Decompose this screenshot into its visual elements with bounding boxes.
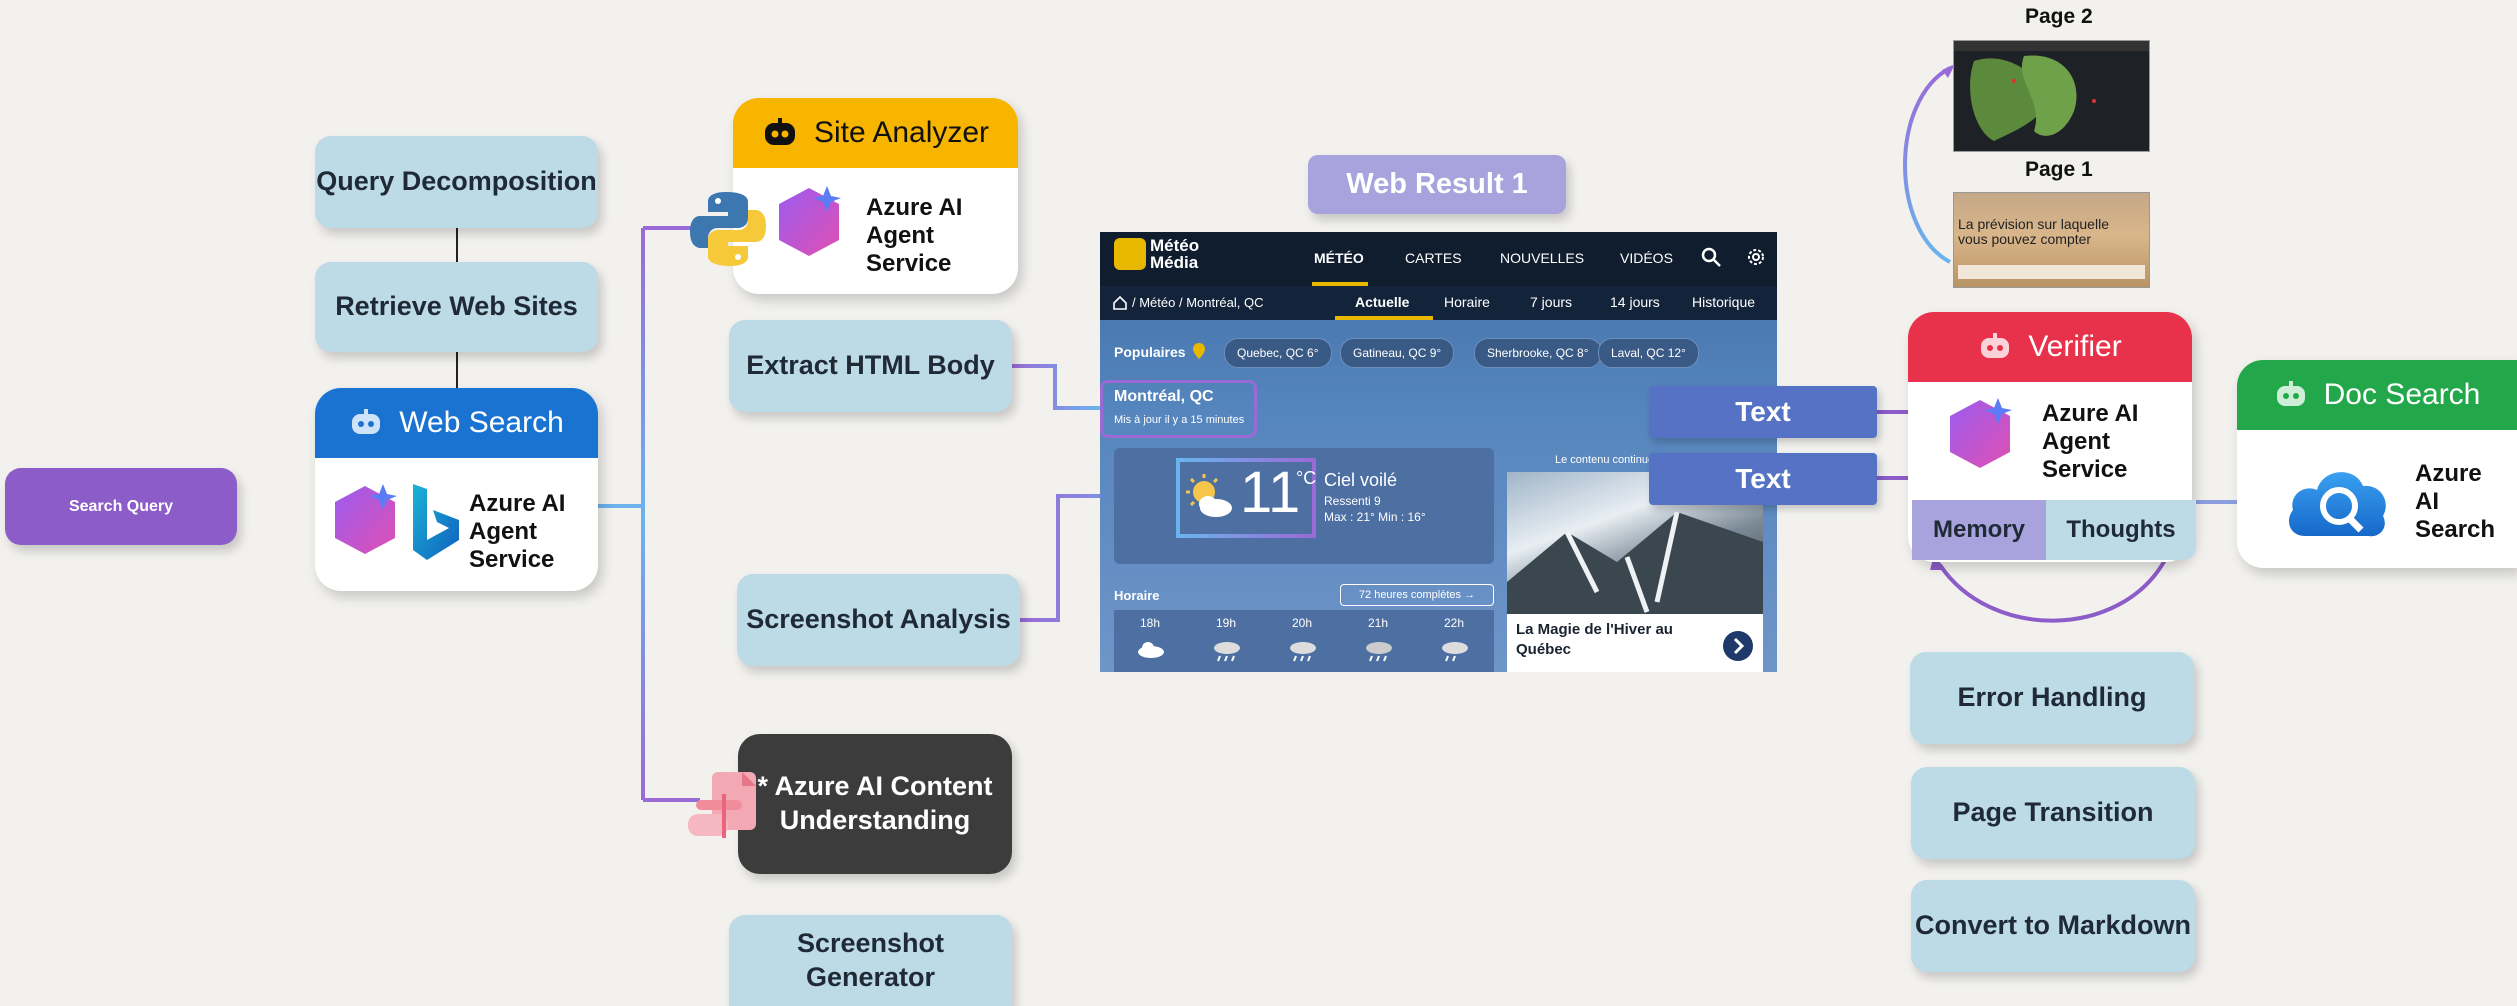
site-analyzer-header: Site Analyzer <box>733 98 1018 168</box>
partly-cloudy-icon <box>1186 474 1232 517</box>
max-min: Max : 21° Min : 16° <box>1324 510 1426 524</box>
subnav-actuelle[interactable]: Actuelle <box>1355 294 1409 310</box>
article-title: La Magie de l'Hiver au Québec <box>1516 621 1673 658</box>
rain-cloud-icon <box>1214 642 1240 662</box>
nav-cartes[interactable]: CARTES <box>1405 250 1462 266</box>
horaire-label: Horaire <box>1114 588 1160 603</box>
subnav-14-jours[interactable]: 14 jours <box>1610 294 1660 310</box>
doc-search-card: Doc Search Azure AI Search <box>2237 360 2517 568</box>
bing-icon <box>413 484 459 560</box>
doc-search-service: Azure AI Search <box>2415 460 2496 543</box>
page-2-label: Page 2 <box>2025 5 2093 28</box>
weather-condition: Ciel voilé <box>1324 470 1398 490</box>
site-nav: Météo Média MÉTÉO CARTES NOUVELLES VIDÉOS <box>1100 232 1777 286</box>
screenshot-generator-step: Screenshot Generator <box>729 915 1012 1006</box>
subnav-active-underline <box>1335 316 1433 320</box>
breadcrumb: / Météo / Montréal, QC <box>1132 295 1264 310</box>
gear-icon[interactable] <box>1745 246 1767 268</box>
content-understanding-icon <box>688 772 756 838</box>
temperature-value: 11 <box>1240 460 1301 525</box>
text-button-1[interactable]: Text <box>1649 386 1877 438</box>
chevron-right-icon[interactable] <box>1722 630 1754 662</box>
agent-icon <box>764 118 795 145</box>
feels-like: Ressenti 9 <box>1324 494 1381 508</box>
web-search-service: Azure AI Agent Service <box>469 490 566 573</box>
nav-videos[interactable]: VIDÉOS <box>1620 250 1673 266</box>
hour-18: 18h <box>1140 616 1161 630</box>
text-button-2[interactable]: Text <box>1649 453 1877 505</box>
site-analyzer-card: Site Analyzer Azure AI Agent Service <box>733 98 1018 294</box>
location-pin-icon <box>1193 343 1205 359</box>
agent-icon <box>2276 381 2305 406</box>
page-1-thumbnail-text: La prévision sur laquelle vous pouvez co… <box>1958 216 2109 248</box>
rain-cloud-icon <box>1290 642 1316 662</box>
map-thumbnail <box>1954 41 2149 142</box>
website-screenshot: Météo Média MÉTÉO CARTES NOUVELLES VIDÉOS… <box>1100 232 1777 672</box>
agent-icon <box>1981 333 2010 358</box>
page-1-searchbar <box>1958 265 2145 279</box>
agent-icon <box>352 409 381 434</box>
page-1-thumbnail: La prévision sur laquelle vous pouvez co… <box>1953 192 2150 288</box>
search-query-box[interactable]: Search Query <box>5 468 237 545</box>
city-pill-quebec[interactable]: Quebec, QC 6° <box>1224 338 1332 368</box>
memory-tab[interactable]: Memory <box>1912 500 2046 560</box>
hour-22: 22h <box>1444 616 1465 630</box>
convert-to-markdown-step: Convert to Markdown <box>1911 880 2195 972</box>
retrieve-web-sites-step: Retrieve Web Sites <box>315 262 598 352</box>
city-pill-sherbrooke[interactable]: Sherbrooke, QC 8° <box>1474 338 1602 368</box>
site-logo <box>1114 238 1146 270</box>
site-logo-text: Météo Média <box>1150 236 1200 272</box>
site-analyzer-title: Site Analyzer <box>813 116 990 149</box>
search-icon[interactable] <box>1700 246 1722 268</box>
web-search-title: Web Search <box>399 406 564 439</box>
page-2-thumbnail <box>1953 40 2150 152</box>
query-decomposition-step: Query Decomposition <box>315 136 598 228</box>
rain-cloud-icon <box>1442 642 1468 662</box>
azure-ai-icon <box>335 484 397 554</box>
temperature-unit: °C <box>1296 468 1317 488</box>
city-pill-laval[interactable]: Laval, QC 12° <box>1598 338 1699 368</box>
city-name: Montréal, QC <box>1114 388 1214 405</box>
verifier-service: Azure AI Agent Service <box>2042 400 2139 483</box>
web-search-header: Web Search <box>315 388 598 458</box>
subnav-horaire[interactable]: Horaire <box>1444 294 1490 310</box>
nav-meteo[interactable]: MÉTÉO <box>1314 250 1364 266</box>
verifier-title: Verifier <box>2028 330 2122 363</box>
cloud-icon <box>1138 642 1164 658</box>
complete-hours-button[interactable]: 72 heures complètes → <box>1340 584 1494 606</box>
page-1-label: Page 1 <box>2025 158 2093 181</box>
azure-ai-icon <box>1950 398 2012 468</box>
screenshot-analysis-step: Screenshot Analysis <box>737 574 1020 666</box>
azure-ai-icon <box>779 186 841 256</box>
nav-nouvelles[interactable]: NOUVELLES <box>1500 250 1584 266</box>
site-subnav: / Météo / Montréal, QC Actuelle Horaire … <box>1100 286 1777 320</box>
home-icon[interactable] <box>1112 295 1128 311</box>
subnav-7-jours[interactable]: 7 jours <box>1530 294 1572 310</box>
web-search-card: Web Search Azure AI Agent Service <box>315 388 598 591</box>
site-analyzer-service: Azure AI Agent Service <box>866 194 963 277</box>
updated-time: Mis à jour il y a 15 minutes <box>1114 414 1245 426</box>
doc-search-title: Doc Search <box>2323 378 2481 411</box>
error-handling-step: Error Handling <box>1910 652 2194 744</box>
populaires-label: Populaires <box>1114 344 1186 360</box>
cloud-search-icon <box>2289 472 2386 537</box>
hour-19: 19h <box>1216 616 1237 630</box>
extract-html-body-step: Extract HTML Body <box>729 320 1012 412</box>
verifier-header: Verifier <box>1908 312 2192 382</box>
web-result-label: Web Result 1 <box>1308 155 1566 214</box>
city-pill-gatineau[interactable]: Gatineau, QC 9° <box>1340 338 1455 368</box>
thoughts-tab[interactable]: Thoughts <box>2046 500 2196 560</box>
subnav-historique[interactable]: Historique <box>1692 294 1755 310</box>
doc-search-header: Doc Search <box>2237 360 2517 430</box>
hour-20: 20h <box>1292 616 1313 630</box>
content-continues-label: Le contenu continue <box>1555 454 1655 466</box>
hour-21: 21h <box>1368 616 1389 630</box>
python-icon <box>690 192 766 266</box>
content-understanding-box: * Azure AI Content Understanding <box>738 734 1012 874</box>
page-transition-step: Page Transition <box>1911 767 2195 859</box>
rain-cloud-icon <box>1366 642 1392 662</box>
